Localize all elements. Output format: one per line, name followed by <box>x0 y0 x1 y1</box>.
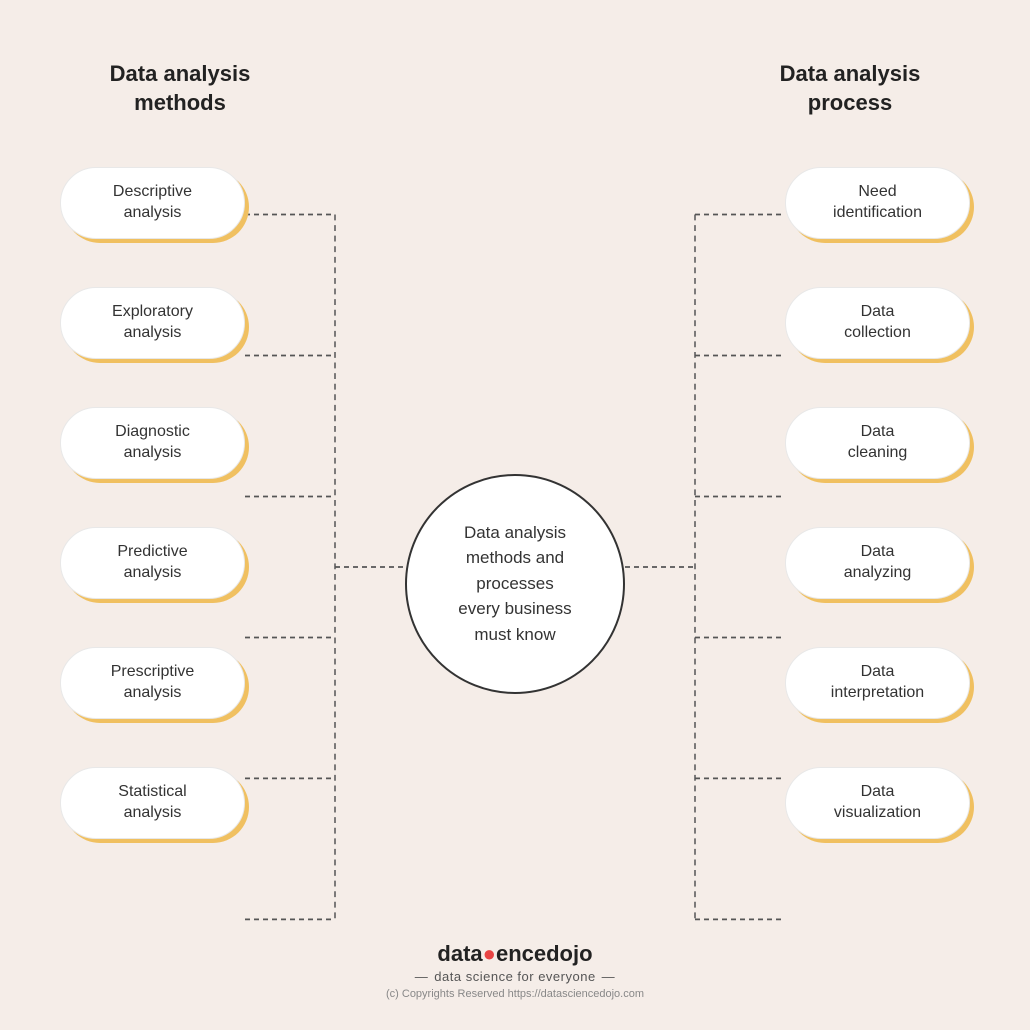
pill-predictive: Predictiveanalysis <box>60 527 245 599</box>
footer-tagline: data science for everyone <box>386 969 644 984</box>
footer-copyright: (c) Copyrights Reserved https://datascie… <box>386 988 644 1000</box>
pill-exploratory: Exploratoryanalysis <box>60 287 245 359</box>
pill-need-identification: Needidentification <box>785 167 970 239</box>
pill-data-visualization: Datavisualization <box>785 767 970 839</box>
right-section-title: Data analysis process <box>750 60 950 117</box>
pill-descriptive: Descriptiveanalysis <box>60 167 245 239</box>
center-circle: Data analysismethods andprocessesevery b… <box>405 474 625 694</box>
pill-diagnostic: Diagnosticanalysis <box>60 407 245 479</box>
logo-pre: data <box>437 941 482 966</box>
footer: data●encedojo data science for everyone … <box>386 941 644 1000</box>
pill-statistical: Statisticalanalysis <box>60 767 245 839</box>
section-headers: Data analysis methods Data analysis proc… <box>0 0 1030 117</box>
logo-sci: ● <box>483 941 496 966</box>
left-section-title: Data analysis methods <box>80 60 280 117</box>
pill-data-interpretation: Datainterpretation <box>785 647 970 719</box>
diagram-area: Descriptiveanalysis Exploratoryanalysis … <box>0 137 1030 1030</box>
footer-logo: data●encedojo <box>386 941 644 967</box>
pill-prescriptive: Prescriptiveanalysis <box>60 647 245 719</box>
page-wrapper: Data analysis methods Data analysis proc… <box>0 0 1030 1030</box>
pill-data-analyzing: Dataanalyzing <box>785 527 970 599</box>
pill-data-cleaning: Datacleaning <box>785 407 970 479</box>
logo-post: encedojo <box>496 941 593 966</box>
pill-data-collection: Datacollection <box>785 287 970 359</box>
